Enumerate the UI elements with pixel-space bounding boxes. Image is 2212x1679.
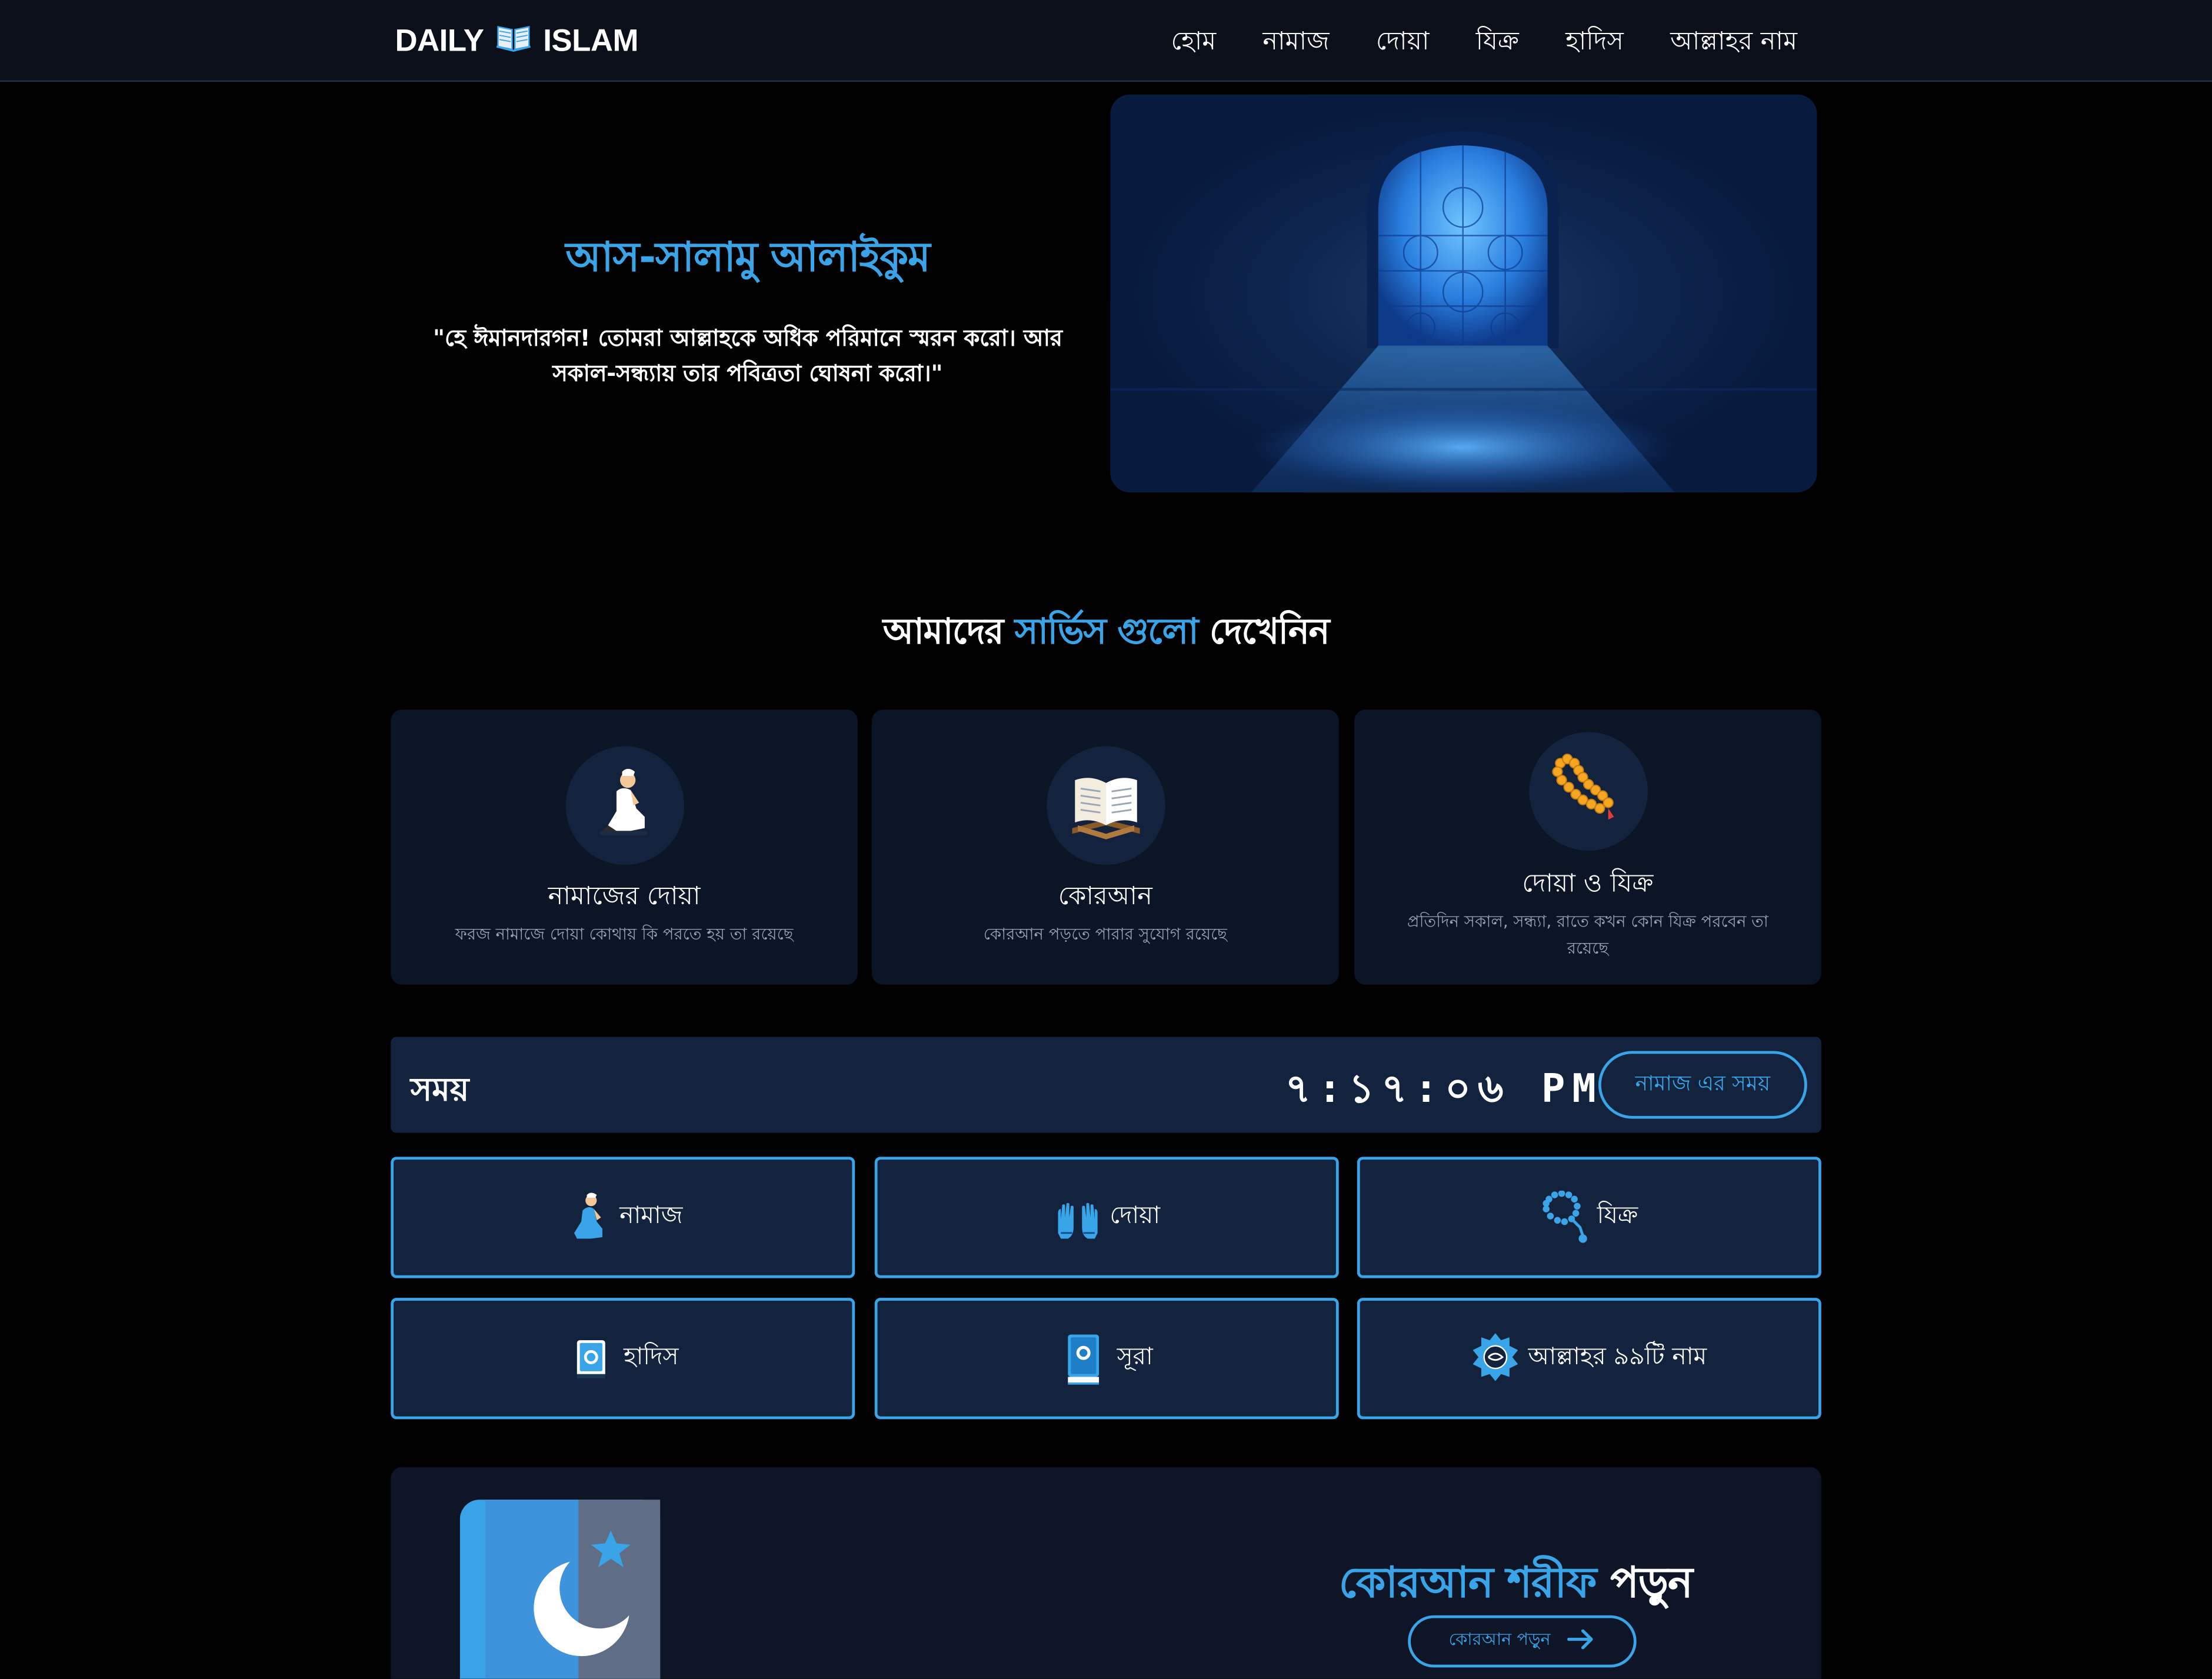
prayer-time-button[interactable]: নামাজ এর সময় xyxy=(1598,1051,1807,1119)
services-heading-accent: সার্ভিস গুলো xyxy=(1014,611,1199,652)
page: DAILY ISLAM হোম নামাজ দোয়া যিক্র হাদিস … xyxy=(0,0,2212,1679)
quick-link-label: আল্লাহর ৯৯টি নাম xyxy=(1528,1342,1707,1371)
allah-names-emblem-icon xyxy=(1472,1332,1520,1385)
nav-link-dua[interactable]: দোয়া xyxy=(1376,21,1430,65)
quick-link-dua[interactable]: দোয়া xyxy=(874,1157,1339,1278)
services-heading-start: আমাদের xyxy=(882,611,1004,652)
prayer-beads-icon xyxy=(1528,732,1647,851)
praying-person-icon xyxy=(563,1191,611,1244)
hero-quote: "হে ঈমানদারগন! তোমরা আল্লাহকে অধিক পরিমা… xyxy=(433,324,1062,387)
nav-link-zikr[interactable]: যিক্র xyxy=(1476,21,1519,65)
arrow-right-icon xyxy=(1567,1629,1595,1654)
service-card-namaz-dua[interactable]: নামাজের দোয়া ফরজ নামাজে দোয়া কোথায় কি… xyxy=(391,709,858,985)
quick-link-zikr[interactable]: যিক্র xyxy=(1357,1157,1821,1278)
quick-link-namaz[interactable]: নামাজ xyxy=(391,1157,855,1278)
read-quran-button[interactable]: কোরআন পড়ুন xyxy=(1408,1615,1637,1668)
quick-link-label: সূরা xyxy=(1117,1342,1153,1371)
quick-link-surah[interactable]: সূরা xyxy=(874,1298,1339,1420)
tasbih-beads-icon xyxy=(1541,1190,1589,1244)
quick-link-hadith[interactable]: হাদিস xyxy=(391,1298,855,1420)
service-card-dua-zikr[interactable]: দোয়া ও যিক্র প্রতিদিন সকাল, সন্ধ্যা, রা… xyxy=(1354,709,1821,985)
hero-mosque-image xyxy=(1110,94,1817,492)
quick-link-allah-names[interactable]: আল্লাহর ৯৯টি নাম xyxy=(1357,1298,1821,1420)
services-heading: আমাদের সার্ভিস গুলো দেখেনিন xyxy=(0,604,2212,664)
quick-link-label: দোয়া xyxy=(1110,1202,1160,1231)
live-clock: ৭:১৭:০৬ PM xyxy=(1285,1065,1603,1112)
read-quran-label: কোরআন পড়ুন xyxy=(1448,1628,1551,1649)
service-card-quran[interactable]: কোরআন কোরআন পড়তে পারার সুযোগ রয়েছে xyxy=(871,709,1339,985)
service-title: নামাজের দোয়া xyxy=(548,881,701,912)
raised-hands-icon xyxy=(1053,1191,1101,1244)
hadith-book-icon xyxy=(567,1332,615,1385)
open-book-icon xyxy=(495,21,532,61)
banner-title-end: পড়ুন xyxy=(1610,1558,1693,1608)
service-desc: ফরজ নামাজে দোয়া কোথায় কি পরতে হয় তা র… xyxy=(455,924,794,944)
quick-link-label: হাদিস xyxy=(624,1342,679,1371)
nav-link-namaz[interactable]: নামাজ xyxy=(1262,21,1329,65)
service-title: কোরআন xyxy=(1058,881,1152,912)
hero-greeting: আস-সালামু আলাইকুম xyxy=(565,232,930,281)
time-label: সময় xyxy=(410,1072,469,1109)
nav-link-allah-names[interactable]: আল্লাহর নাম xyxy=(1670,21,1797,65)
time-bar: সময় ৭:১৭:০৬ PM নামাজ এর সময় xyxy=(391,1037,1821,1133)
brand-text-right: ISLAM xyxy=(543,22,638,58)
brand-logo[interactable]: DAILY ISLAM xyxy=(395,21,638,61)
brand-text-left: DAILY xyxy=(395,22,484,58)
banner-title: কোরআন শরীফ পড়ুন xyxy=(1339,1549,1693,1621)
quran-banner: কোরআন শরীফ পড়ুন কোরআন পড়ুন xyxy=(391,1467,1821,1679)
banner-title-accent: কোরআন শরীফ xyxy=(1338,1558,1597,1608)
nav-link-home[interactable]: হোম xyxy=(1171,21,1217,65)
services-heading-end: দেখেনিন xyxy=(1210,611,1330,652)
surah-book-icon xyxy=(1061,1332,1109,1385)
navbar: DAILY ISLAM হোম নামাজ দোয়া যিক্র হাদিস … xyxy=(0,0,2212,82)
moon-star-book-icon xyxy=(459,1500,661,1679)
service-desc: প্রতিদিন সকাল, সন্ধ্যা, রাতে কখন কোন যিক… xyxy=(1407,911,1768,958)
hero-text: আস-সালামু আলাইকুম "হে ঈমানদারগন! তোমরা আ… xyxy=(409,226,1086,391)
quick-link-label: যিক্র xyxy=(1597,1202,1638,1231)
nav-link-hadith[interactable]: হাদিস xyxy=(1565,21,1624,65)
quick-link-label: নামাজ xyxy=(619,1202,683,1231)
quran-book-icon xyxy=(1046,746,1165,865)
service-desc: কোরআন পড়তে পারার সুযোগ রয়েছে xyxy=(983,924,1227,944)
praying-person-icon xyxy=(565,746,684,865)
service-title: দোয়া ও যিক্র xyxy=(1522,869,1654,899)
nav-menu: হোম নামাজ দোয়া যিক্র হাদিস আল্লাহর নাম xyxy=(1171,21,1798,65)
